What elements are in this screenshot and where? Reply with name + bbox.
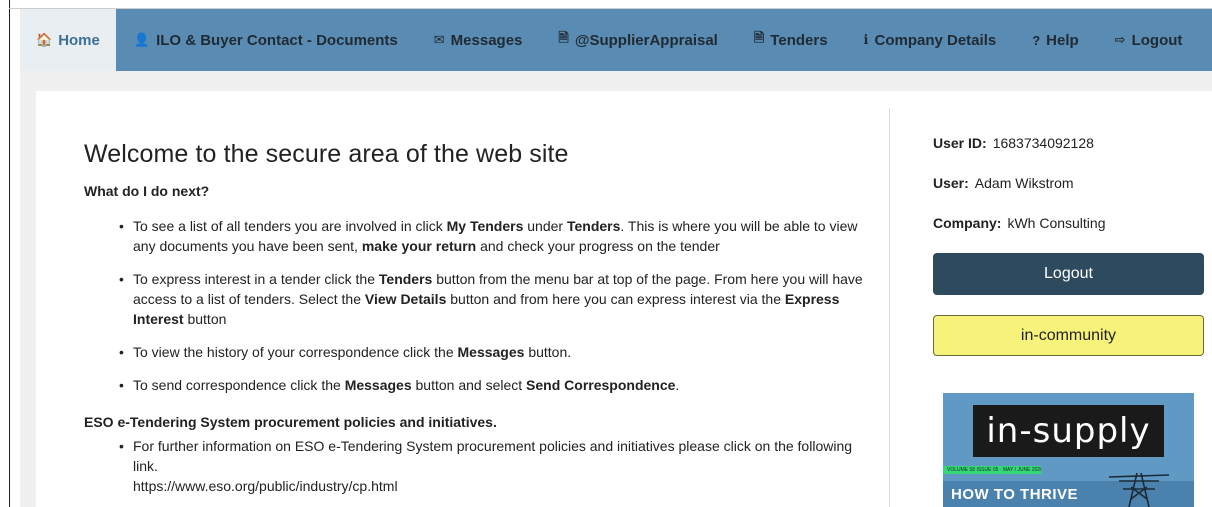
tip-bold: Messages — [344, 377, 412, 393]
in-supply-logo: in-supply — [973, 405, 1164, 457]
nav-logout-label: Logout — [1131, 31, 1183, 49]
nav-home[interactable]: 🏠 Home — [20, 9, 116, 71]
in-community-button[interactable]: in-community — [933, 315, 1204, 356]
tip-text: button. — [524, 344, 572, 360]
envelope-icon: ✉ — [433, 32, 445, 47]
user-icon: 👤 — [133, 32, 151, 47]
nav-messages-label: Messages — [450, 31, 523, 49]
tip-text: button — [183, 311, 227, 327]
nav-help-label: Help — [1046, 31, 1079, 49]
home-icon: 🏠 — [36, 32, 53, 47]
nav-help[interactable]: ? Help — [1014, 9, 1096, 71]
list-item: For further information on ESO e-Tenderi… — [119, 436, 863, 496]
policy-heading: ESO e-Tendering System procurement polic… — [84, 414, 497, 430]
document-icon: 🗎 — [753, 30, 765, 45]
nav-supplier-appraisal-label: @SupplierAppraisal — [574, 31, 718, 49]
company-row: Company: kWh Consulting — [933, 215, 1106, 231]
tip-bold: Tenders — [378, 271, 433, 287]
next-steps-heading: What do I do next? — [84, 183, 210, 199]
nav-tenders[interactable]: 🗎 Tenders — [736, 9, 846, 71]
user-label: User: — [933, 175, 969, 191]
tip-text: button and from here you can express int… — [446, 291, 785, 307]
tip-text: . — [675, 377, 680, 393]
nav-ilo-buyer-contact[interactable]: 👤 ILO & Buyer Contact - Documents — [116, 9, 416, 71]
list-item: To view the history of your corresponden… — [119, 342, 863, 362]
in-supply-promo-banner[interactable]: in-supply VOLUME 58 ISSUE 05 · MAY / JUN… — [943, 393, 1194, 507]
nav-messages[interactable]: ✉ Messages — [416, 9, 541, 71]
next-steps-list: To see a list of all tenders you are inv… — [119, 216, 863, 408]
document-icon: 🗎 — [558, 30, 569, 45]
info-icon: ℹ — [863, 32, 869, 47]
company-label: Company: — [933, 215, 1002, 231]
nav-ilo-label: ILO & Buyer Contact - Documents — [156, 31, 398, 49]
tip-bold: View Details — [364, 291, 447, 307]
user-id-row: User ID: 1683734092128 — [933, 135, 1094, 151]
tip-text: To view the history of your corresponden… — [133, 344, 458, 360]
nav-logout[interactable]: ⇨ Logout — [1097, 9, 1201, 71]
panel-divider — [889, 108, 890, 507]
tip-text: and check your progress on the tender — [476, 238, 720, 254]
nav-company-details[interactable]: ℹ Company Details — [846, 9, 1015, 71]
policy-list: For further information on ESO e-Tenderi… — [119, 436, 863, 496]
list-item: To see a list of all tenders you are inv… — [119, 216, 863, 256]
logout-button[interactable]: Logout — [933, 253, 1204, 295]
user-value: Adam Wikstrom — [974, 175, 1074, 191]
tip-text: To send correspondence click the — [133, 377, 345, 393]
tip-bold: make your return — [361, 238, 477, 254]
user-row: User: Adam Wikstrom — [933, 175, 1074, 191]
nav-tenders-label: Tenders — [770, 31, 828, 49]
tip-bold: Send Correspondence — [526, 377, 676, 393]
sign-out-icon: ⇨ — [1114, 32, 1126, 47]
list-item: To send correspondence click the Message… — [119, 375, 863, 395]
nav-company-details-label: Company Details — [874, 31, 997, 49]
user-id-value: 1683734092128 — [992, 135, 1094, 151]
tip-text: under — [523, 218, 567, 234]
tip-bold: Tenders — [566, 218, 621, 234]
question-icon: ? — [1032, 32, 1041, 48]
pylon-icon — [1109, 472, 1169, 507]
policy-link[interactable]: https://www.eso.org/public/industry/cp.h… — [133, 476, 863, 496]
list-item: To express interest in a tender click th… — [119, 269, 863, 329]
tip-text: To see a list of all tenders you are inv… — [133, 218, 447, 234]
nav-home-label: Home — [58, 31, 100, 49]
policy-text: For further information on ESO e-Tenderi… — [133, 438, 853, 474]
promo-issue-strip: VOLUME 58 ISSUE 05 · MAY / JUNE 2020 — [943, 466, 1041, 474]
tip-bold: Messages — [457, 344, 525, 360]
main-navbar: 🏠 Home 👤 ILO & Buyer Contact - Documents… — [20, 9, 1212, 71]
page-title: Welcome to the secure area of the web si… — [84, 140, 569, 168]
tip-bold: My Tenders — [446, 218, 524, 234]
tip-text: button and select — [411, 377, 527, 393]
nav-supplier-appraisal[interactable]: 🗎 @SupplierAppraisal — [540, 9, 735, 71]
company-value: kWh Consulting — [1007, 215, 1106, 231]
window-left-edge — [9, 0, 10, 507]
tip-text: To express interest in a tender click th… — [133, 271, 379, 287]
user-id-label: User ID: — [933, 135, 987, 151]
